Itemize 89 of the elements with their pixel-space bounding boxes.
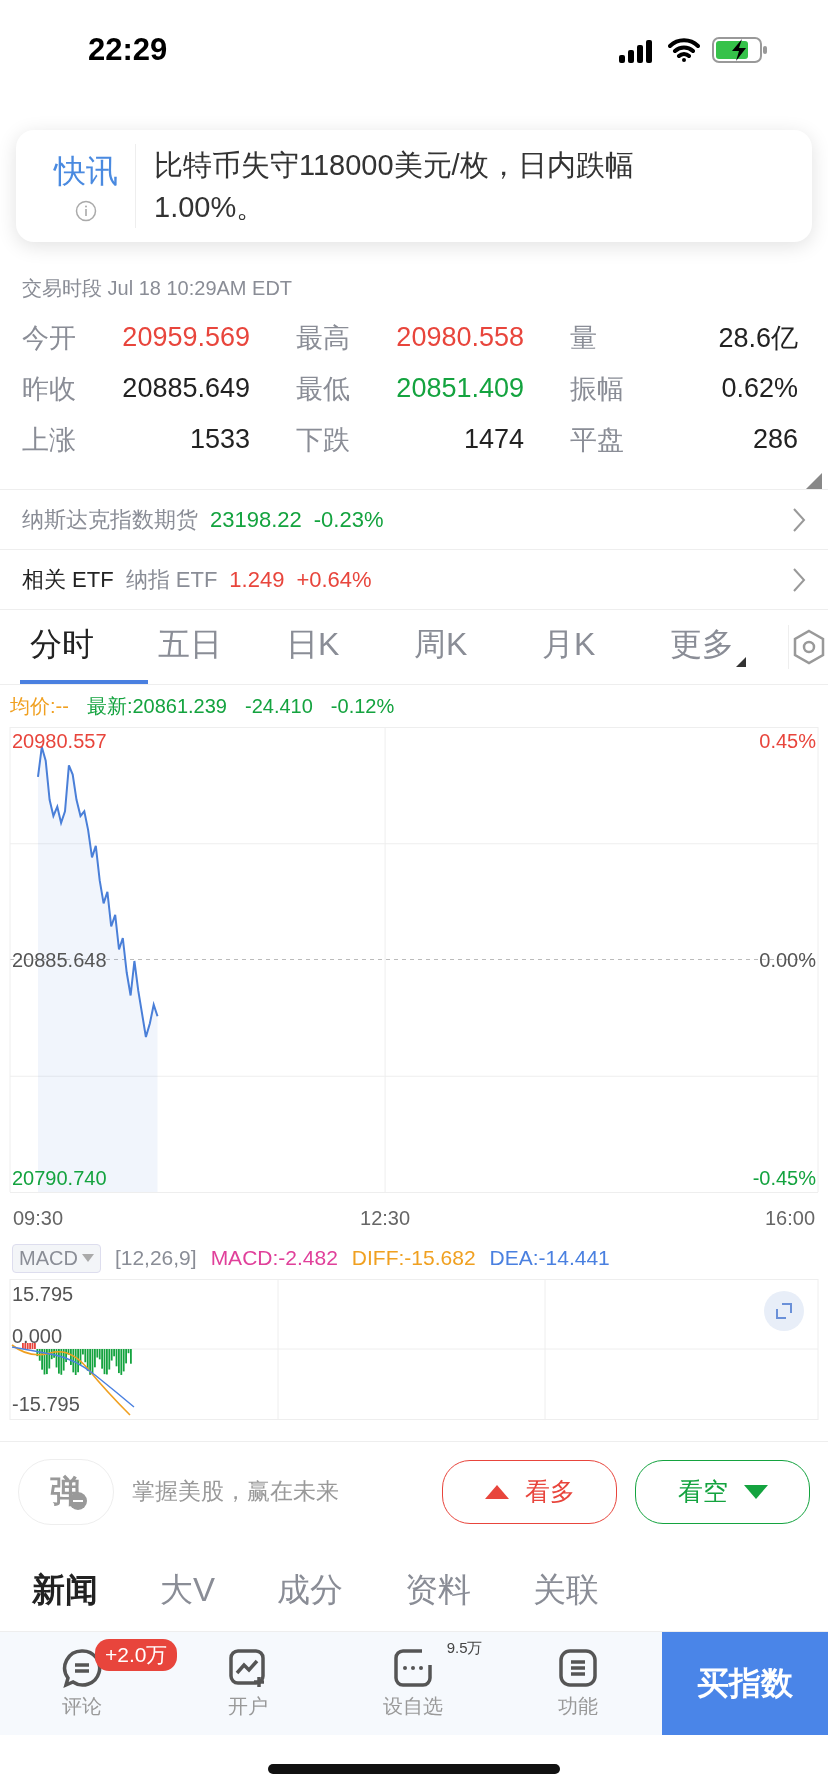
latest-price: 最新:20861.239 xyxy=(86,693,227,719)
stat-value: 20885.649 xyxy=(122,373,250,404)
macd-axis-label: 0.000 xyxy=(12,1325,63,1347)
related-change: -0.23% xyxy=(313,506,384,533)
percent-axis-label: 0.45% xyxy=(759,730,816,752)
time-axis-label: 09:30 xyxy=(12,1207,64,1229)
chart-tab[interactable]: 五日 xyxy=(148,610,276,684)
info-tab[interactable]: 关联 xyxy=(533,1567,599,1613)
related-price: 23198.22 xyxy=(210,506,302,533)
news-banner[interactable]: 快讯 比特币失守118000美元/枚，日内跌幅1.00%。 xyxy=(16,130,812,242)
etf-title: 相关 ETF xyxy=(22,565,114,594)
related-change: +0.64% xyxy=(296,566,372,593)
down-triangle-icon xyxy=(743,1484,768,1499)
stat-label: 平盘 xyxy=(570,423,624,457)
chart-tab[interactable]: 周K xyxy=(404,610,532,684)
bearish-button[interactable]: 看空 xyxy=(635,1459,810,1524)
session-time: 交易时段 Jul 18 10:29AM EDT xyxy=(21,275,294,301)
info-tab[interactable]: 资料 xyxy=(405,1567,471,1613)
expand-icon[interactable] xyxy=(764,1291,804,1331)
indicator-dropdown[interactable]: MACD xyxy=(12,1243,101,1273)
stat-value: 0.62% xyxy=(721,373,798,404)
info-icon xyxy=(74,200,97,222)
stat-value: 1533 xyxy=(189,424,250,455)
stat-label: 下跌 xyxy=(296,423,350,457)
corner-triangle-icon[interactable] xyxy=(806,473,822,489)
stat-label: 最低 xyxy=(296,372,350,406)
stat-label: 今开 xyxy=(22,321,76,355)
stat-value: 1474 xyxy=(463,424,524,455)
nav-item[interactable]: 9.5万 设自选 xyxy=(342,1637,483,1730)
settings-icon[interactable] xyxy=(791,629,826,665)
stat-label: 昨收 xyxy=(22,372,76,406)
stat-value: 28.6亿 xyxy=(718,321,798,355)
status-time: 22:29 xyxy=(88,32,168,68)
nav-item[interactable]: +2.0万 评论 xyxy=(51,1637,195,1730)
wifi-icon xyxy=(668,38,700,62)
stat-label: 最高 xyxy=(296,321,350,355)
chart-tab[interactable]: 分时 xyxy=(20,610,148,684)
price-change: -24.410 xyxy=(245,694,313,718)
news-text: 比特币失守118000美元/枚，日内跌幅1.00%。 xyxy=(154,148,635,225)
dropdown-icon xyxy=(736,657,746,667)
average-price: 均价:-- xyxy=(10,693,69,719)
up-triangle-icon xyxy=(484,1484,509,1499)
time-axis-label: 12:30 xyxy=(360,1207,411,1229)
buy-index-button[interactable]: 买指数 xyxy=(662,1632,828,1735)
dots-box-icon xyxy=(391,1647,434,1689)
related-row[interactable]: 相关 ETF 纳指 ETF 1.249 +0.64% xyxy=(0,549,828,609)
battery-icon xyxy=(712,36,768,64)
caret-icon xyxy=(81,1254,94,1262)
nav-item[interactable]: 功能 xyxy=(542,1637,613,1730)
comment-input[interactable]: 掌握美股，赢在未来 xyxy=(132,1476,424,1507)
chevron-right-icon xyxy=(792,506,806,533)
stat-value: 20851.409 xyxy=(396,373,524,404)
price-axis-label: 20980.557 xyxy=(12,730,107,752)
price-axis-label: 20885.648 xyxy=(12,948,107,971)
percent-axis-label: 0.00% xyxy=(759,948,816,971)
chart-tab[interactable]: 月K xyxy=(532,610,660,684)
related-price: 1.249 xyxy=(229,566,285,593)
price-change-percent: -0.12% xyxy=(330,694,395,718)
info-tab[interactable]: 新闻 xyxy=(32,1567,98,1613)
info-tab[interactable]: 成分 xyxy=(277,1567,343,1613)
nav-item[interactable]: 开户 xyxy=(212,1637,283,1730)
etf-name: 纳指 ETF xyxy=(125,565,218,594)
chart-tab[interactable]: 日K xyxy=(276,610,404,684)
macd-axis-label: -15.795 xyxy=(12,1393,80,1415)
stat-label: 振幅 xyxy=(570,372,624,406)
flash-news-label: 快讯 xyxy=(53,152,118,191)
macd-value: DEA:-14.441 xyxy=(489,1246,610,1270)
related-row[interactable]: 纳斯达克指数期货 23198.22 -0.23% xyxy=(0,489,828,549)
stat-label: 量 xyxy=(570,321,597,355)
stat-value: 20980.558 xyxy=(396,322,524,353)
chevron-right-icon xyxy=(792,566,806,593)
macd-params: [12,26,9] xyxy=(114,1246,197,1270)
macd-axis-label: 15.795 xyxy=(12,1283,74,1305)
comment-count-badge: +2.0万 xyxy=(95,1639,178,1671)
bullish-button[interactable]: 看多 xyxy=(442,1459,617,1524)
price-axis-label: 20790.740 xyxy=(12,1167,107,1189)
stat-value: 286 xyxy=(752,424,798,455)
info-tab[interactable]: 大V xyxy=(160,1567,215,1613)
macd-value: DIFF:-15.682 xyxy=(351,1246,476,1270)
macd-value: MACD:-2.482 xyxy=(210,1246,338,1270)
menu-icon xyxy=(556,1647,599,1689)
chat-bubble-icon xyxy=(61,1647,103,1689)
futures-name: 纳斯达克指数期货 xyxy=(22,505,198,534)
stat-value: 20959.569 xyxy=(122,322,250,353)
watch-count: 9.5万 xyxy=(446,1639,483,1658)
percent-axis-label: -0.45% xyxy=(752,1167,816,1189)
chart-tab[interactable]: 更多 xyxy=(660,610,788,684)
stat-label: 上涨 xyxy=(22,423,76,457)
time-axis-label: 16:00 xyxy=(764,1207,816,1229)
